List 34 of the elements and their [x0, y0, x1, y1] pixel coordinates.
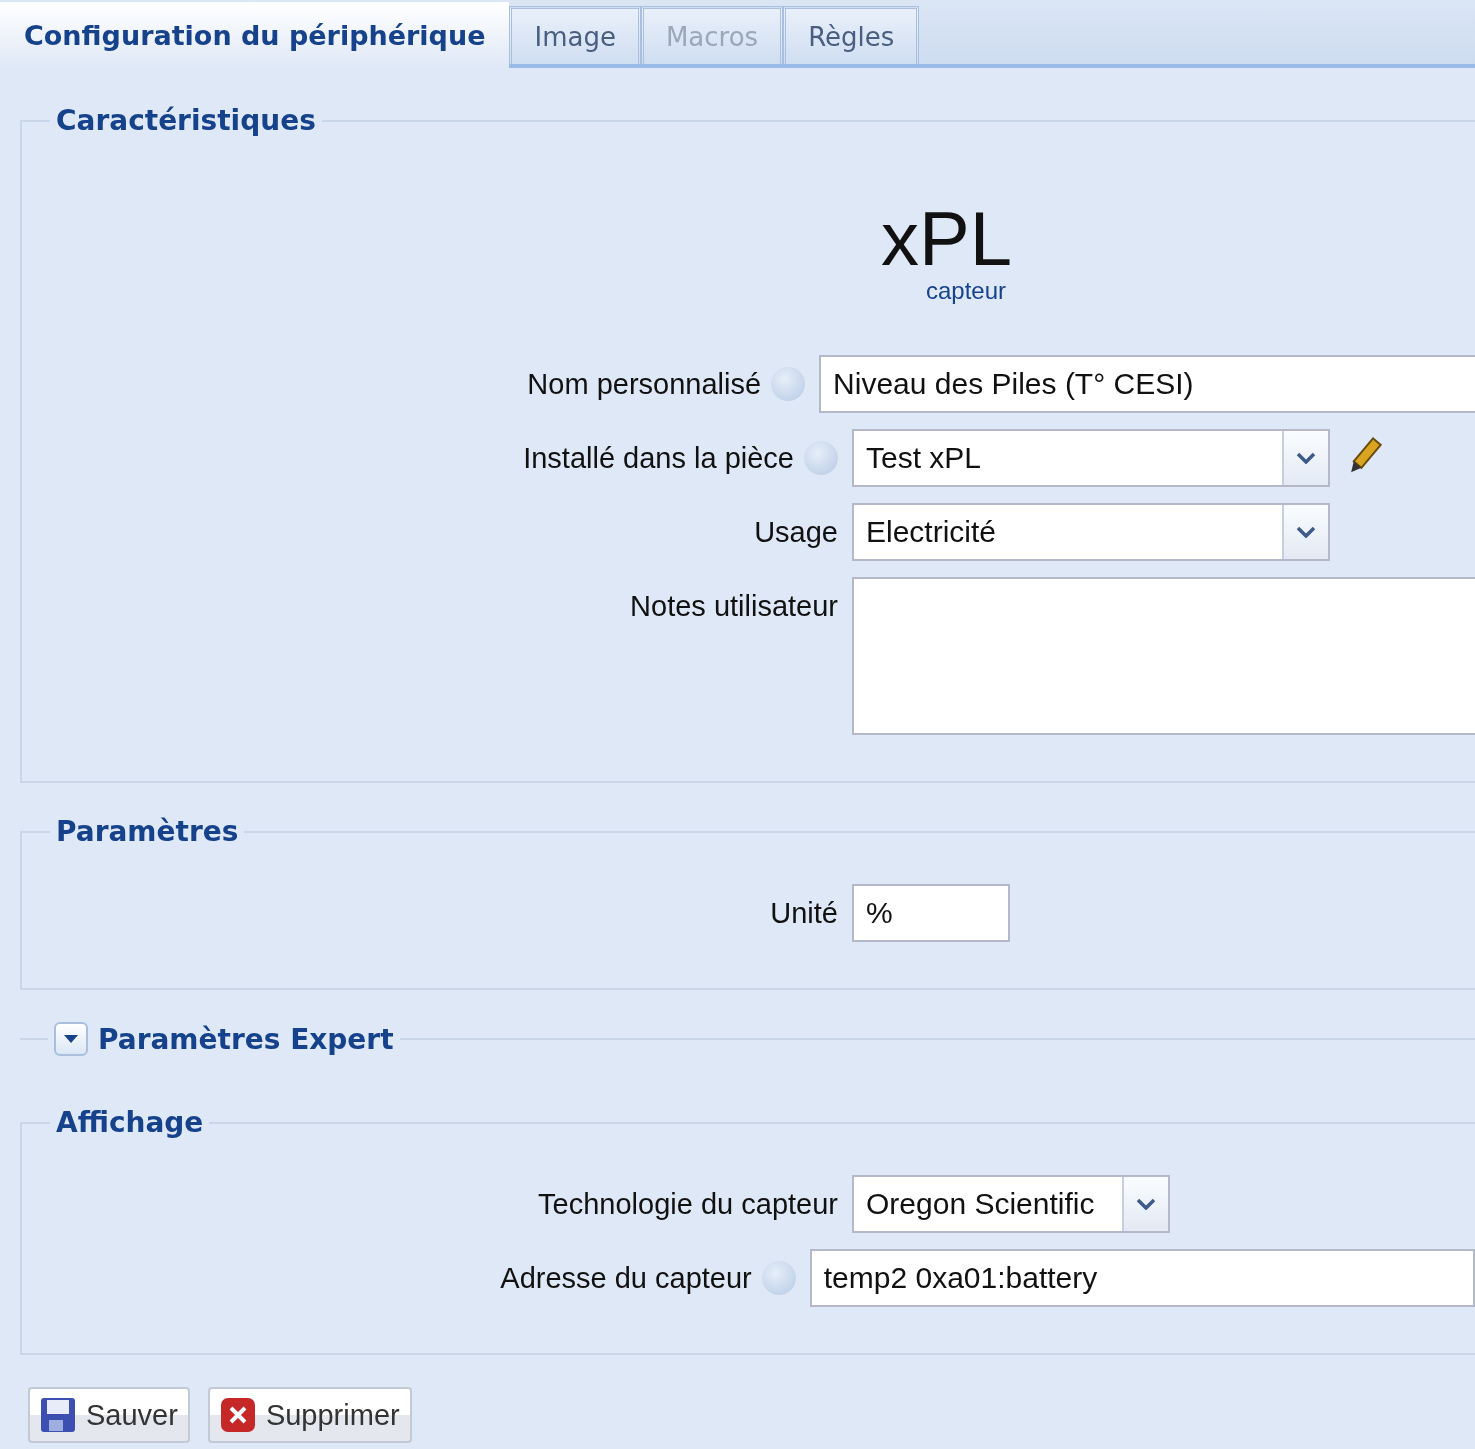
chevron-down-icon	[1296, 526, 1316, 538]
section-title: Paramètres	[56, 815, 239, 848]
dropdown[interactable]: Electricité	[852, 503, 1330, 561]
text-field[interactable]: Niveau des Piles (T° CESI)	[819, 355, 1475, 413]
field-label: Unité	[770, 896, 838, 930]
device-title: xPL	[881, 201, 1012, 277]
help-icon[interactable]	[804, 441, 838, 475]
field-label: Nom personnalisé	[527, 367, 762, 401]
text-field[interactable]: %	[852, 884, 1010, 942]
help-icon[interactable]	[761, 1261, 796, 1295]
help-icon[interactable]	[771, 367, 806, 401]
expand-toggle[interactable]	[54, 1022, 88, 1056]
section-title: Caractéristiques	[56, 104, 316, 137]
field-label: Installé dans la pièce	[523, 441, 794, 475]
text-field[interactable]: temp2 0xa01:battery	[809, 1249, 1475, 1307]
field-label: Adresse du capteur	[500, 1261, 752, 1295]
device-subtitle: capteur	[925, 277, 1006, 305]
dropdown[interactable]: Oregon Scientific	[852, 1175, 1170, 1233]
field-label: Notes utilisateur	[630, 589, 838, 623]
close-icon	[219, 1397, 256, 1433]
tab[interactable]: Configuration du périphérique	[0, 2, 510, 68]
section-title: Affichage	[56, 1106, 204, 1139]
section-title: Paramètres Expert	[98, 1022, 394, 1056]
triangle-down-icon	[63, 1034, 79, 1044]
delete-button[interactable]: Supprimer	[207, 1387, 412, 1443]
tab[interactable]: Règles	[783, 6, 920, 64]
save-button[interactable]: Sauver	[28, 1387, 190, 1443]
chevron-down-icon	[1136, 1198, 1156, 1210]
field-label: Usage	[754, 515, 838, 549]
tab[interactable]: Image	[509, 6, 641, 64]
dropdown[interactable]: Test xPL	[852, 429, 1330, 487]
notes-field[interactable]	[852, 577, 1475, 735]
chevron-down-icon	[1296, 452, 1316, 464]
field-label: Technologie du capteur	[538, 1187, 838, 1221]
